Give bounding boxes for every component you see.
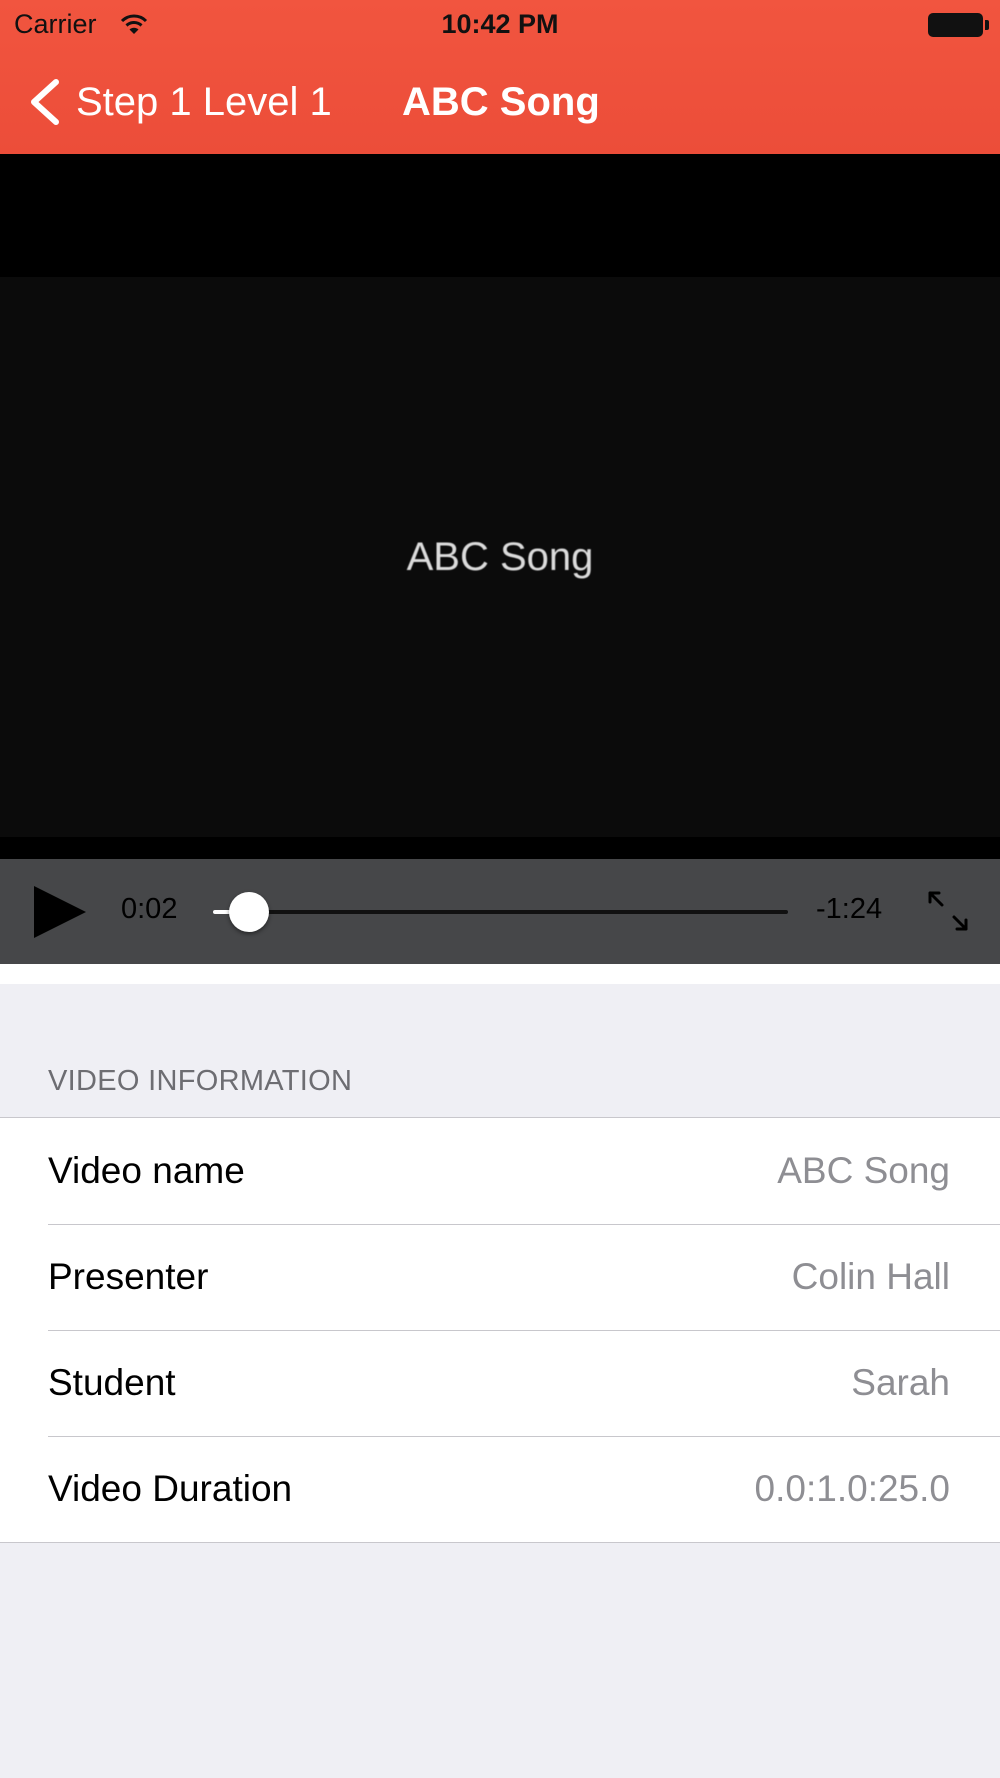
table-row-student: Student Sarah: [0, 1330, 1000, 1436]
row-label: Student: [48, 1362, 176, 1403]
row-label: Presenter: [48, 1256, 209, 1297]
video-frame: ABC Song: [0, 277, 1000, 837]
row-label: Video name: [48, 1150, 245, 1191]
section-header: VIDEO INFORMATION: [48, 1065, 353, 1097]
row-value: Sarah: [851, 1362, 950, 1403]
divider-strip: [0, 964, 1000, 984]
play-icon[interactable]: [34, 886, 86, 938]
chevron-left-icon: [31, 79, 59, 125]
video-controls: 0:02 -1:24: [0, 859, 1000, 964]
page-title: ABC Song: [402, 80, 600, 124]
table-row-video-name: Video name ABC Song: [0, 1118, 1000, 1224]
video-player[interactable]: ABC Song: [0, 154, 1000, 859]
progress-thumb[interactable]: [228, 892, 269, 932]
back-button[interactable]: Step 1 Level 1: [28, 74, 332, 130]
remaining-time: -1:24: [816, 893, 883, 925]
fullscreen-icon[interactable]: [926, 889, 970, 933]
row-value: 0.0:1.0:25.0: [754, 1468, 950, 1509]
info-table: Video name ABC Song Presenter Colin Hall…: [0, 1117, 1000, 1543]
status-time: 10:42 PM: [441, 9, 559, 39]
progress-slider[interactable]: [213, 910, 788, 914]
row-value: ABC Song: [777, 1150, 950, 1191]
battery-tip: [985, 20, 989, 30]
row-value: Colin Hall: [791, 1256, 950, 1297]
table-row-video-duration: Video Duration 0.0:1.0:25.0: [0, 1436, 1000, 1542]
back-button-label: Step 1 Level 1: [76, 79, 332, 124]
header: Carrier 10:42 PM Step 1 Level 1 ABC Song: [0, 0, 1000, 154]
status-bar: Carrier 10:42 PM: [0, 0, 1000, 50]
current-time: 0:02: [121, 893, 178, 925]
nav-bar: Step 1 Level 1 ABC Song: [0, 50, 1000, 154]
table-row-presenter: Presenter Colin Hall: [0, 1224, 1000, 1330]
video-caption: ABC Song: [406, 535, 594, 579]
row-label: Video Duration: [48, 1468, 293, 1509]
battery-icon: [928, 13, 983, 37]
